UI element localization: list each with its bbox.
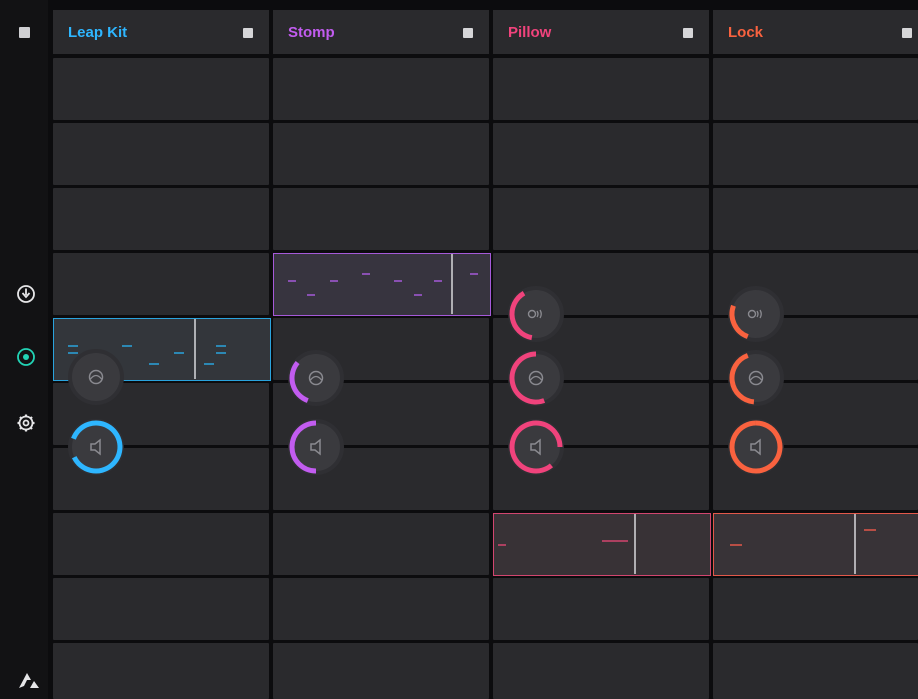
lane-title: Lock	[728, 24, 764, 41]
clip-slot[interactable]	[713, 58, 918, 120]
filter-knob[interactable]	[67, 348, 125, 406]
filter-knob[interactable]	[727, 349, 785, 407]
lane-stop-button[interactable]	[683, 28, 693, 38]
filter-knob[interactable]	[507, 349, 565, 407]
lane-stop-button[interactable]	[243, 28, 253, 38]
clip-slot[interactable]	[493, 123, 709, 185]
app-logo-icon	[19, 673, 39, 688]
send-knob[interactable]	[507, 285, 565, 343]
volume-knob[interactable]	[507, 418, 565, 476]
clip-slot[interactable]	[53, 253, 269, 315]
record-icon[interactable]	[16, 284, 36, 304]
knob-track	[68, 349, 124, 405]
volume-knob[interactable]	[67, 418, 125, 476]
lane-stop-button[interactable]	[463, 28, 473, 38]
clip-stomp[interactable]	[273, 253, 491, 316]
clip-slot[interactable]	[53, 643, 269, 699]
sidebar	[0, 0, 48, 699]
settings-icon[interactable]	[16, 413, 36, 433]
clip-pillow[interactable]	[493, 513, 711, 576]
clip-slot[interactable]	[53, 513, 269, 575]
lane-title: Leap Kit	[68, 24, 128, 41]
clip-lock[interactable]	[713, 513, 918, 576]
lane-header-pillow[interactable]: Pillow	[493, 10, 709, 54]
volume-knob[interactable]	[287, 418, 345, 476]
clip-slot[interactable]	[493, 58, 709, 120]
clip-slot[interactable]	[53, 578, 269, 640]
lane-header-leap-kit[interactable]: Leap Kit	[53, 10, 269, 54]
lane-title: Pillow	[508, 24, 552, 41]
clip-slot[interactable]	[493, 188, 709, 250]
clip-slot[interactable]	[713, 188, 918, 250]
clip-slot[interactable]	[713, 123, 918, 185]
clip-slot[interactable]	[273, 188, 489, 250]
clip-slot[interactable]	[273, 123, 489, 185]
target-icon[interactable]	[16, 347, 36, 367]
clip-slot[interactable]	[493, 578, 709, 640]
clip-slot[interactable]	[53, 58, 269, 120]
clip-slot[interactable]	[53, 123, 269, 185]
lane-header-stomp[interactable]: Stomp	[273, 10, 489, 54]
clip-slot[interactable]	[713, 578, 918, 640]
clip-slot[interactable]	[53, 188, 269, 250]
filter-knob[interactable]	[287, 349, 345, 407]
volume-knob[interactable]	[727, 418, 785, 476]
clip-slot[interactable]	[713, 643, 918, 699]
clip-slot[interactable]	[273, 58, 489, 120]
clip-slot[interactable]	[273, 513, 489, 575]
clip-slot[interactable]	[273, 578, 489, 640]
lane-title: Stomp	[288, 24, 335, 41]
lane-stop-button[interactable]	[902, 28, 912, 38]
clip-slot[interactable]	[273, 643, 489, 699]
clip-slot[interactable]	[493, 643, 709, 699]
lane-header-lock[interactable]: Lock	[713, 10, 918, 54]
stop-all-button[interactable]	[19, 27, 30, 38]
send-knob[interactable]	[727, 285, 785, 343]
